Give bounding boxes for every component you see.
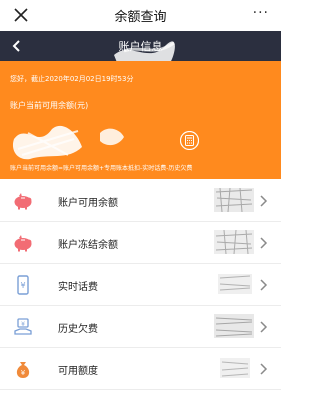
list-item-label: 可用额度 xyxy=(58,366,98,377)
chevron-right-icon xyxy=(260,363,268,375)
chevron-right-icon xyxy=(260,237,268,249)
chevron-right-icon xyxy=(260,279,268,291)
list-item-frozen-balance[interactable]: 账户冻结余额 xyxy=(0,222,281,264)
balance-summary-panel: 您好，截止2020年02月02日19时53分 账户当前可用余额(元) 账户当前可… xyxy=(0,61,281,179)
redacted-value xyxy=(220,358,250,378)
svg-text:¥: ¥ xyxy=(21,321,25,328)
phone-yuan-icon: ¥ xyxy=(17,275,29,295)
money-bag-icon: ¥ xyxy=(16,362,30,378)
svg-text:¥: ¥ xyxy=(20,281,25,290)
redacted-value xyxy=(214,187,254,213)
available-balance-label: 账户当前可用余额(元) xyxy=(10,101,89,110)
nav-bar: 账户信息 xyxy=(0,31,281,66)
calculator-icon[interactable] xyxy=(180,131,199,150)
hand-coin-icon: ¥ xyxy=(14,318,32,335)
svg-text:¥: ¥ xyxy=(21,369,26,377)
list-item-label: 账户可用余额 xyxy=(58,198,118,209)
redacted-amount xyxy=(12,125,83,160)
chevron-right-icon xyxy=(260,195,268,207)
redacted-value xyxy=(214,229,254,255)
list-item-label: 账户冻结余额 xyxy=(58,240,118,251)
chevron-right-icon xyxy=(260,321,268,333)
redacted-value xyxy=(214,314,254,338)
balance-formula-text: 账户当前可用余额=账户可用余额+专用账本抵扣-实时话费-历史欠费 xyxy=(10,165,193,172)
piggy-bank-icon xyxy=(14,193,32,210)
greeting-text: 您好，截止2020年02月02日19时53分 xyxy=(10,75,134,83)
redacted-amount-part xyxy=(100,128,124,146)
list-item-label: 历史欠费 xyxy=(58,324,98,335)
more-menu-button[interactable]: ··· xyxy=(253,5,269,21)
list-item-historical-arrears[interactable]: ¥ 历史欠费 xyxy=(0,306,281,348)
list-item-realtime-charges[interactable]: ¥ 实时话费 xyxy=(0,264,281,306)
list-item-label: 实时话费 xyxy=(58,282,98,293)
piggy-bank-icon xyxy=(14,235,32,252)
app-title: 余额查询 xyxy=(114,10,167,25)
redacted-value xyxy=(218,274,252,294)
list-item-available-balance[interactable]: 账户可用余额 xyxy=(0,180,281,222)
app-title-bar: 余额查询 ··· xyxy=(0,0,281,31)
list-item-available-credit[interactable]: ¥ 可用额度 xyxy=(0,348,281,390)
